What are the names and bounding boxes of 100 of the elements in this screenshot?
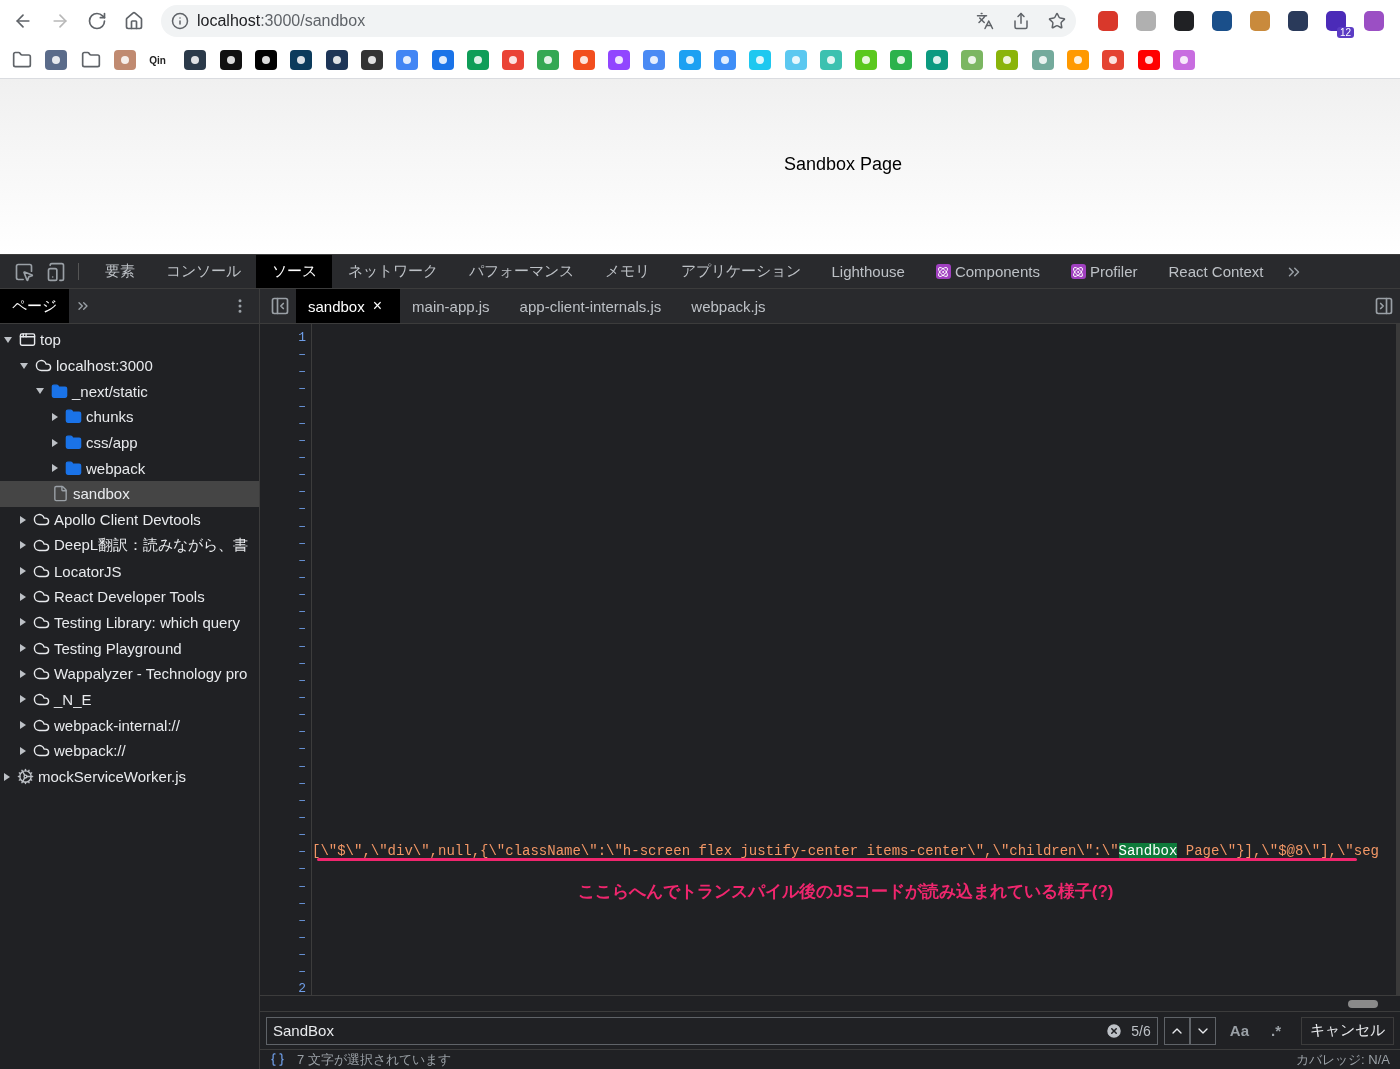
line-number: – (297, 414, 307, 432)
tree-item[interactable]: Testing Playground (0, 635, 259, 661)
line-number: – (297, 363, 307, 381)
device-toolbar-icon[interactable] (46, 261, 66, 282)
tree-item[interactable]: _N_E (0, 686, 259, 713)
tree-item[interactable]: Testing Library: which query (0, 609, 259, 636)
star-icon[interactable] (1048, 12, 1066, 30)
tree-item[interactable]: React Developer Tools (0, 583, 259, 610)
line-number: – (297, 688, 307, 707)
line-number: – (297, 534, 307, 552)
share-icon[interactable] (1012, 12, 1030, 30)
bookmark-icon[interactable] (184, 50, 207, 70)
line-number: – (297, 586, 307, 604)
line-number: – (297, 654, 307, 672)
devtools-tab[interactable]: Components (920, 255, 1056, 288)
devtools-tab[interactable]: ソース (256, 255, 332, 288)
match-case-toggle[interactable]: Aa (1221, 1022, 1257, 1039)
line-number: – (297, 774, 307, 792)
bookmark-icon[interactable] (290, 50, 313, 70)
disclosure-triangle-icon[interactable] (20, 669, 26, 678)
tree-item[interactable]: LocatorJS (0, 558, 259, 584)
tree-item[interactable]: webpack (0, 455, 259, 482)
bookmark-icon[interactable] (219, 50, 242, 70)
tree-item[interactable]: chunks (0, 404, 259, 430)
devtools-tab[interactable]: React Context (1153, 255, 1280, 288)
editor-tab[interactable]: sandbox × (296, 289, 401, 323)
translate-icon[interactable] (976, 12, 994, 30)
disclosure-triangle-icon[interactable] (20, 592, 26, 601)
disclosure-triangle-icon[interactable] (20, 746, 26, 755)
line-number: – (297, 791, 307, 809)
search-input[interactable]: SandBox (273, 1022, 1098, 1039)
tree-item[interactable]: mockServiceWorker.js (0, 763, 259, 790)
tree-item[interactable]: Wappalyzer - Technology pro (0, 660, 259, 687)
bookmark-label[interactable]: Qin (149, 54, 172, 66)
regex-toggle[interactable]: .* (1263, 1022, 1289, 1039)
disclosure-triangle-icon[interactable] (20, 362, 28, 369)
disclosure-triangle-icon[interactable] (4, 336, 12, 343)
disclosure-triangle-icon[interactable] (52, 464, 58, 473)
devtools-tab[interactable]: 要素 (89, 255, 150, 288)
line-number: – (297, 740, 307, 758)
tree-item[interactable]: webpack-internal:// (0, 712, 259, 738)
tree-item[interactable]: _next/static (0, 378, 259, 405)
tree-item[interactable]: Apollo Client Devtools (0, 506, 259, 533)
disclosure-triangle-icon[interactable] (20, 515, 26, 524)
braces-icon[interactable] (270, 1052, 285, 1067)
devtools-tab[interactable]: ネットワーク (332, 255, 453, 288)
tree-item[interactable]: sandbox (0, 481, 259, 507)
devtools-tab[interactable]: パフォーマンス (453, 255, 589, 288)
cancel-button[interactable]: キャンセル (1301, 1016, 1394, 1045)
clear-icon[interactable] (1105, 1021, 1124, 1040)
atom-icon (935, 264, 951, 279)
navigator-tab[interactable]: ページ (0, 289, 69, 323)
close-tab-button[interactable]: × (372, 297, 383, 315)
toggle-debugger-icon[interactable] (1374, 296, 1394, 316)
scrollbar-thumb[interactable] (1348, 999, 1378, 1008)
devtools-tab[interactable]: コンソール (150, 255, 256, 288)
tree-item[interactable]: webpack:// (0, 738, 259, 764)
bookmark-icon[interactable] (255, 50, 278, 70)
editor-tab[interactable]: app-client-internals.js (507, 289, 680, 323)
tree-item[interactable]: css/app (0, 429, 259, 456)
annotation-text: ここらへんでトランスパイル後のJSコードが読み込まれている様子(?) (578, 881, 1114, 903)
bookmark-icon[interactable] (360, 50, 383, 70)
disclosure-triangle-icon[interactable] (52, 412, 58, 421)
tree-item[interactable]: localhost:3000 (0, 352, 259, 379)
tree-item[interactable]: top (0, 327, 259, 353)
disclosure-triangle-icon[interactable] (20, 644, 26, 653)
home-button[interactable] (123, 11, 144, 31)
disclosure-triangle-icon[interactable] (36, 388, 44, 395)
devtools-tab[interactable]: アプリケーション (665, 255, 816, 288)
extension-icon[interactable] (1288, 11, 1308, 31)
inspect-icon[interactable] (14, 261, 34, 282)
line-number: – (297, 603, 307, 621)
disclosure-triangle-icon[interactable] (20, 695, 26, 704)
disclosure-triangle-icon[interactable] (20, 567, 26, 576)
toggle-navigator-icon[interactable] (270, 296, 290, 316)
reload-button[interactable] (86, 11, 107, 31)
editor-tab[interactable]: webpack.js (679, 289, 784, 323)
extension-icon[interactable] (1212, 11, 1232, 31)
tree-item[interactable]: DeepL翻訳：読みながら、書 (0, 532, 259, 559)
line-number: – (297, 517, 307, 535)
line-number: – (297, 963, 307, 981)
gear-icon (17, 768, 34, 786)
address-bar[interactable]: localhost:3000/sandbox (161, 5, 1076, 37)
devtools-tab[interactable]: Profiler (1055, 255, 1153, 288)
folder-icon[interactable] (80, 50, 101, 70)
disclosure-triangle-icon[interactable] (4, 772, 10, 781)
page-heading: Sandbox Page (783, 154, 903, 175)
extension-icon[interactable] (1174, 11, 1194, 31)
disclosure-triangle-icon[interactable] (20, 541, 26, 550)
devtools-tab[interactable]: メモリ (589, 255, 665, 288)
disclosure-triangle-icon[interactable] (20, 721, 26, 730)
search-field[interactable]: SandBox 5/6 (266, 1016, 1158, 1045)
bookmark-icon[interactable] (325, 50, 348, 70)
folder-icon[interactable] (12, 50, 32, 70)
line-number: – (297, 757, 307, 775)
disclosure-triangle-icon[interactable] (20, 618, 26, 627)
folder-icon (51, 382, 68, 400)
editor-tab[interactable]: main-app.js (400, 289, 508, 323)
devtools-tab[interactable]: Lighthouse (816, 255, 921, 288)
disclosure-triangle-icon[interactable] (52, 438, 58, 447)
